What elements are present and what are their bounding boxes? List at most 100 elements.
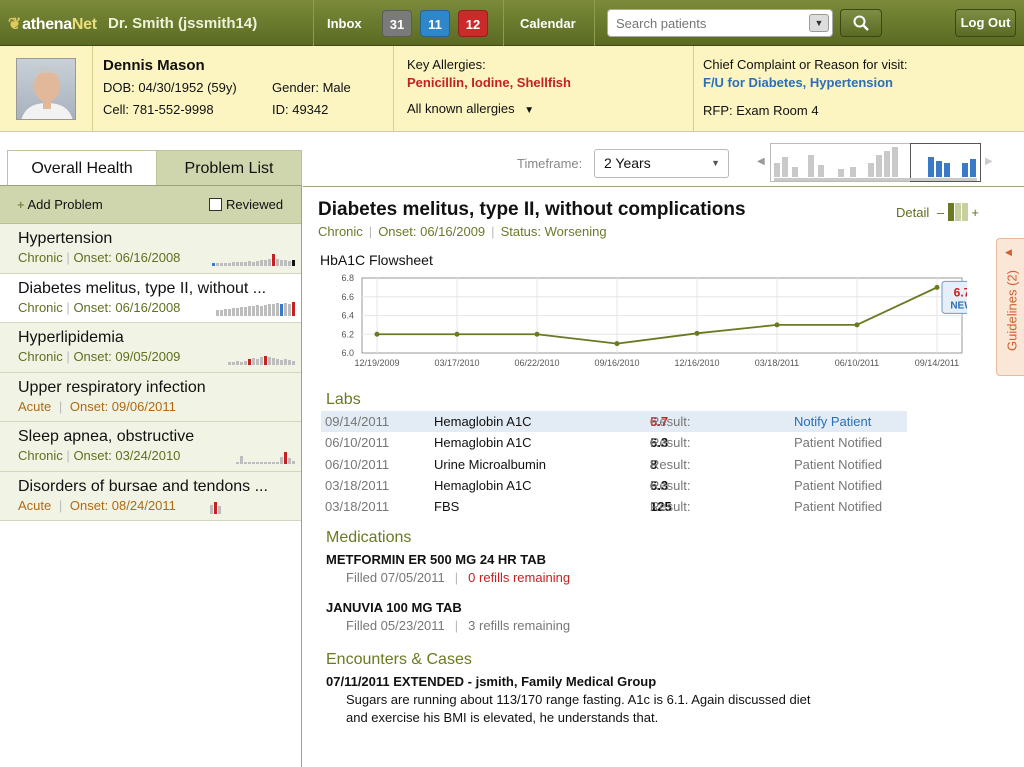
problem-title: Diabetes melitus, type II, without compl… [318,199,746,220]
problem-onset: Onset: 06/16/2008 [73,299,181,315]
lab-row[interactable]: 06/10/2011 Urine Microalbumin Result: 8 Pat… [321,454,907,475]
lab-test: Hemaglobin A1C [434,414,532,429]
lab-row[interactable]: 03/18/2011 Hemaglobin A1C Result: 6.3 Patie… [321,475,907,496]
spark-bar [236,262,239,266]
problem-item[interactable]: Sleep apnea, obstructive Chronic | Onset… [0,422,301,472]
chief-complaint[interactable]: F/U for Diabetes, Hypertension [703,75,893,90]
refills-remaining: 0 refills remaining [468,570,571,585]
spark-bar [260,357,263,365]
lab-result: Result: 8 [650,454,690,475]
lab-row[interactable]: 06/10/2011 Hemaglobin A1C Result: 6.3 Patie… [321,432,907,453]
reviewed-label: Reviewed [226,197,284,212]
search-icon [853,15,869,31]
lab-result: Result: 6.7 [650,411,690,432]
spark-bar [276,359,279,365]
search-input[interactable] [608,10,804,36]
spark-bar [228,308,231,316]
spark-bar [236,361,239,365]
problem-item[interactable]: Disorders of bursae and tendons ... Acut… [0,471,301,521]
tab-problem-list[interactable]: Problem List [156,150,302,186]
timeline-navigator[interactable] [770,143,981,183]
problem-detail-panel: Diabetes melitus, type II, without compl… [303,186,1024,767]
problem-status: Chronic [18,349,63,364]
inbox-badge-gray[interactable]: 31 [382,10,412,37]
spark-bar [284,260,287,266]
medication-name: METFORMIN ER 500 MG 24 HR TAB [326,552,547,567]
spark-bar [228,263,231,266]
spark-bar [260,305,263,316]
spark-bar [280,303,283,316]
spark-bar [236,462,239,464]
timeframe-value: 2 Years [604,155,651,171]
spark-bar [220,263,223,266]
banner-divider [393,46,394,132]
inbox-badge-red[interactable]: 12 [458,10,488,37]
problem-meta: Chronic | Onset: 06/16/2009 | Status: Worsen… [318,224,607,239]
x-tick-label: 06/22/2010 [514,358,559,368]
timeline-prev-icon[interactable]: ◀ [757,156,765,167]
problem-item-selected[interactable]: Diabetes melitus, type II, without ... C… [0,273,301,323]
problem-title: Diabetes melitus, type II, without ... [18,279,267,297]
notify-patient-link[interactable]: Notify Patient [794,411,871,432]
patient-notified-status: Patient Notified [794,477,883,493]
spark-bar [256,462,259,464]
problem-sparkline [210,501,221,514]
timeframe-label: Timeframe: [517,156,583,171]
spark-bar [228,362,231,365]
patient-dob: DOB: 04/30/1952 (59y) [103,80,237,95]
lab-test: Urine Microalbumin [434,456,546,472]
add-problem-button[interactable]: + Add Problem [17,197,103,212]
timeline-next-icon[interactable]: ▶ [985,156,993,167]
problem-title: Hypertension [18,230,113,247]
all-allergies-dropdown[interactable]: All known allergies ▼ [407,101,534,116]
refills-remaining: 3 refills remaining [468,618,571,633]
chevron-down-icon[interactable]: ▼ [809,14,829,32]
guidelines-tab[interactable]: ◀ Guidelines (2) [996,238,1024,376]
detail-minus-button[interactable]: – [937,205,944,220]
spark-bar [268,259,271,266]
inbox-link[interactable]: Inbox [327,16,362,31]
spark-bar [264,462,267,464]
spark-bar [252,462,255,464]
timeframe-select[interactable]: 2 Years ▼ [594,149,729,178]
spark-bar [292,461,295,464]
problem-status: Status: Worsening [500,224,607,239]
problem-sparkline [228,353,295,365]
patient-notified-status: Patient Notified [794,456,883,472]
lab-result: Result: 6.3 [650,475,690,496]
calendar-link[interactable]: Calendar [520,16,576,31]
detail-plus-button[interactable]: + [971,205,979,220]
spark-bar [284,452,287,464]
tab-overall-health[interactable]: Overall Health [7,150,157,186]
lab-date: 06/10/2011 [325,456,390,472]
lab-row[interactable]: 03/18/2011 FBS Result: 125 Patient Notified [321,496,907,517]
search-button[interactable] [840,9,882,37]
y-tick-label: 6.0 [341,348,354,358]
result-label: Result: [650,456,691,472]
problem-item[interactable]: Hypertension Chronic | Onset: 06/16/2008 [0,224,301,274]
spark-bar [264,304,267,316]
banner-divider [92,46,93,132]
problem-sparkline [236,452,295,464]
logo-text-net: Net [71,16,97,33]
x-tick-label: 09/16/2010 [594,358,639,368]
detail-level-control[interactable]: Detail – + [896,203,979,224]
spark-bar [256,359,259,365]
encounter-note-line: and exercise his BMI is elevated, he und… [346,710,659,725]
spark-bar [288,303,291,316]
spark-bar [284,302,287,316]
athenanet-logo[interactable]: ❦athenaNet [8,14,97,34]
problem-item[interactable]: Hyperlipidemia Chronic | Onset: 09/05/20… [0,323,301,373]
reviewed-checkbox[interactable]: Reviewed [209,197,283,212]
spark-bar [252,305,255,316]
hba1c-chart: 6.8 6.6 6.4 6.2 6.012/19/2009 03/17/2010 06/22… [341,274,967,368]
inbox-badge-blue[interactable]: 11 [420,10,450,37]
spark-bar [268,462,271,464]
x-tick-label: 09/14/2011 [915,358,959,368]
logout-button[interactable]: Log Out [955,9,1016,37]
lab-test: Hemaglobin A1C [434,435,532,451]
logo-text: athena [22,16,72,33]
lab-row-highlighted[interactable]: 09/14/2011 Hemaglobin A1C Result: 6.7 Notif… [321,411,907,432]
encounter-title[interactable]: 07/11/2011 EXTENDED - jsmith, Family Med… [326,674,656,689]
problem-item[interactable]: Upper respiratory infection Acute | Onse… [0,372,301,422]
